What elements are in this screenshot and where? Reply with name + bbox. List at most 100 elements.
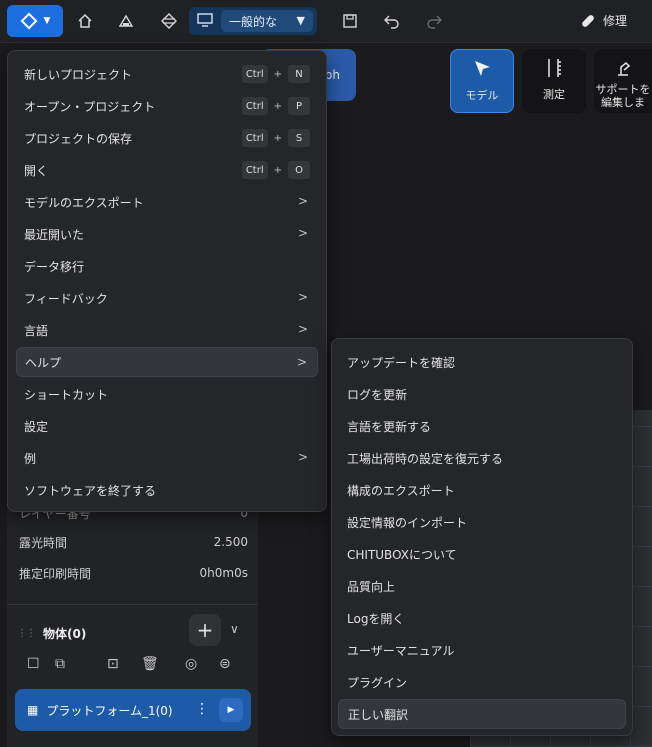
save-button[interactable] (340, 7, 360, 35)
menu-item-label: プロジェクトの保存 (24, 131, 133, 146)
shortcut-key: P (288, 97, 310, 115)
shortcut-key: S (288, 129, 310, 147)
shortcut-key: Ctrl (241, 65, 268, 83)
edit-support-label-line2: 編集しま (601, 96, 645, 109)
printer-settings-button[interactable] (114, 7, 138, 35)
submenu-item-user-manual[interactable]: ユーザーマニュアル (338, 635, 626, 665)
submenu-item-export-config[interactable]: 構成のエクスポート (338, 475, 626, 505)
shortcut-plus: + (273, 164, 282, 176)
chevron-right-icon: > (297, 290, 308, 304)
exposure-time-value: 2.500 (213, 535, 248, 549)
add-object-button[interactable]: + (189, 614, 221, 646)
menu-item-new-project[interactable]: 新しいプロジェクト Ctrl + N (16, 59, 318, 89)
home-button[interactable] (74, 7, 96, 35)
more-options-icon[interactable]: ⋮ (195, 701, 209, 717)
edit-support-mode-button[interactable]: サポートを 編集しま (594, 49, 652, 113)
undo-button[interactable] (381, 7, 403, 35)
submenu-item-label: Logを開く (347, 611, 405, 626)
palette-icon[interactable]: ◎ (185, 656, 197, 672)
drag-handle-icon[interactable]: ⋮⋮ (17, 628, 36, 639)
shortcut-plus: + (273, 100, 282, 112)
menu-item-feedback[interactable]: フィードバック > (16, 283, 318, 313)
chevron-down-icon[interactable]: ∨ (230, 622, 239, 636)
repair-label: 修理 (602, 14, 627, 28)
submenu-item-label: ログを更新 (347, 387, 408, 402)
bandage-icon (582, 14, 594, 27)
menu-item-language[interactable]: 言語 > (16, 315, 318, 345)
home-icon (78, 13, 92, 28)
view-mode-group: 一般的な ▼ (189, 7, 317, 35)
visibility-icon[interactable]: ⊜ (219, 656, 231, 672)
shortcut-hint: Ctrl + P (241, 97, 310, 115)
shortcut-key: Ctrl (241, 129, 268, 147)
submenu-item-correct-translation[interactable]: 正しい翻訳 (338, 699, 626, 729)
submenu-item-label: 工場出荷時の設定を復元する (347, 451, 504, 466)
left-properties-panel: レイヤー番号 0 露光時間 2.500 推定印刷時間 0h0m0s ⋮⋮ 物体(… (7, 500, 258, 747)
redo-button[interactable] (423, 7, 445, 35)
menu-item-label: 言語 (24, 323, 49, 338)
menu-item-recent[interactable]: 最近開いた > (16, 219, 318, 249)
menu-item-data-migration[interactable]: データ移行 (16, 251, 318, 281)
submenu-item-about[interactable]: CHITUBOXについて (338, 539, 626, 569)
submenu-item-label: ユーザーマニュアル (347, 643, 455, 658)
chevron-right-icon: > (296, 355, 307, 369)
submenu-item-update-log[interactable]: ログを更新 (338, 379, 626, 409)
app-menu-button[interactable]: ▼ (7, 5, 63, 37)
menu-item-open[interactable]: 開く Ctrl + O (16, 155, 318, 185)
menu-item-help[interactable]: ヘルプ > (16, 347, 318, 377)
menu-item-exit[interactable]: ソフトウェアを終了する (16, 475, 318, 505)
object-toolbar: ☐ ⧉ ⊡ 🗑 ◎ ⊜ (23, 656, 253, 676)
submenu-item-plugins[interactable]: プラグイン (338, 667, 626, 697)
submenu-item-open-log[interactable]: Logを開く (338, 603, 626, 633)
measure-mode-button[interactable]: 測定 (522, 49, 586, 113)
plus-icon: + (196, 618, 214, 642)
slice-button[interactable] (157, 7, 181, 35)
view-mode-select[interactable]: 一般的な ▼ (221, 10, 313, 32)
submenu-item-quality[interactable]: 品質向上 (338, 571, 626, 601)
help-submenu: アップデートを確認 ログを更新 言語を更新する 工場出荷時の設定を復元する 構成… (331, 338, 633, 736)
printer-icon (118, 14, 134, 27)
save-icon (343, 14, 357, 28)
menu-item-examples[interactable]: 例 > (16, 443, 318, 473)
menu-item-label: ショートカット (24, 387, 109, 402)
exposure-time-row: 露光時間 2.500 (19, 532, 248, 552)
cursor-arrow-icon (475, 61, 490, 76)
menu-item-settings[interactable]: 設定 (16, 411, 318, 441)
menu-item-label: 設定 (24, 419, 49, 434)
submenu-item-import-settings[interactable]: 設定情報のインポート (338, 507, 626, 537)
app-main-menu: 新しいプロジェクト Ctrl + N オープン・プロジェクト Ctrl + P … (7, 50, 327, 512)
platform-item[interactable]: ▦ プラットフォーム_1(0) ⋮ ▶ (15, 689, 251, 731)
dropdown-arrow-icon: ▼ (296, 14, 305, 27)
partial-button-label: ph (324, 68, 340, 82)
shortcut-plus: + (273, 68, 282, 80)
exposure-time-label: 露光時間 (19, 535, 68, 550)
estimated-print-time-value: 0h0m0s (199, 566, 248, 580)
ruler-icon (548, 59, 561, 77)
chevron-right-icon: > (297, 450, 308, 464)
submenu-item-label: プラグイン (347, 675, 408, 690)
checkbox-icon[interactable]: ☐ (27, 656, 40, 672)
repair-button[interactable]: 修理 (580, 12, 627, 29)
fit-icon[interactable]: ⊡ (107, 656, 119, 672)
menu-item-save-project[interactable]: プロジェクトの保存 Ctrl + S (16, 123, 318, 153)
slice-icon (161, 13, 177, 29)
group-icon[interactable]: ⧉ (55, 656, 65, 672)
shortcut-hint: Ctrl + S (241, 129, 310, 147)
shortcut-plus: + (273, 132, 282, 144)
submenu-item-update-language[interactable]: 言語を更新する (338, 411, 626, 441)
menu-item-label: 例 (24, 451, 37, 466)
menu-item-export-model[interactable]: モデルのエクスポート > (16, 187, 318, 217)
model-mode-button[interactable]: モデル (450, 49, 514, 113)
submenu-item-label: 設定情報のインポート (347, 515, 468, 530)
submenu-item-label: CHITUBOXについて (347, 547, 457, 562)
delete-icon[interactable]: 🗑 (141, 656, 159, 672)
shortcut-hint: Ctrl + O (241, 161, 310, 179)
submenu-item-check-update[interactable]: アップデートを確認 (338, 347, 626, 377)
edit-support-label: サポートを 編集しま (596, 83, 651, 109)
submenu-item-factory-reset[interactable]: 工場出荷時の設定を復元する (338, 443, 626, 473)
menu-item-shortcuts[interactable]: ショートカット (16, 379, 318, 409)
menu-item-label: 開く (24, 163, 49, 178)
submenu-item-label: 正しい翻訳 (348, 707, 409, 722)
expand-arrow-icon[interactable]: ▶ (219, 698, 243, 722)
menu-item-open-project[interactable]: オープン・プロジェクト Ctrl + P (16, 91, 318, 121)
